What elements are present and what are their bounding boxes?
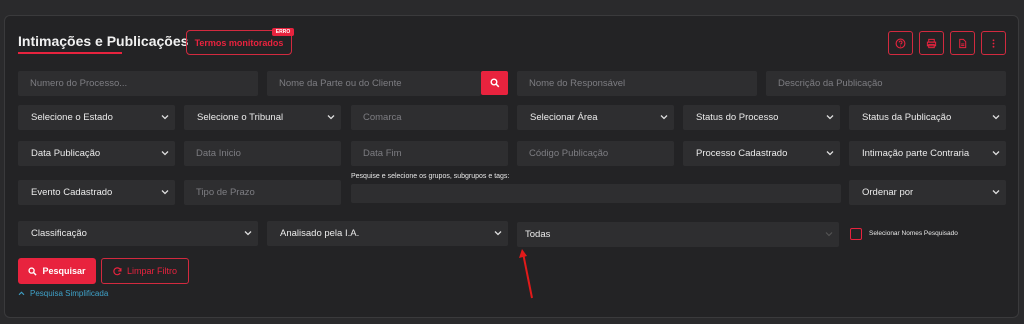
refresh-icon	[113, 266, 122, 275]
chevron-down-icon	[161, 190, 169, 195]
chevron-down-icon	[660, 115, 668, 120]
tags-label: Pesquise e selecione os grupos, subgrupo…	[351, 173, 510, 180]
chevron-down-icon	[826, 115, 834, 120]
nome-parte-input[interactable]: Nome da Parte ou do Cliente	[267, 71, 481, 96]
classificacao-select-value: Classificação	[31, 228, 87, 239]
print-button[interactable]	[919, 31, 944, 55]
descricao-publicacao-input[interactable]: Descrição da Publicação	[766, 71, 1006, 96]
data-publicacao-select[interactable]: Data Publicação	[18, 141, 175, 166]
erro-badge: ERRO	[272, 28, 294, 36]
chevron-down-icon	[992, 190, 1000, 195]
selecionar-nomes-checkbox[interactable]	[850, 228, 862, 240]
help-button[interactable]	[888, 31, 913, 55]
processo-cadastrado-value: Processo Cadastrado	[696, 148, 788, 159]
evento-select[interactable]: Evento Cadastrado	[18, 180, 175, 205]
tipo-prazo-input[interactable]: Tipo de Prazo	[184, 180, 341, 205]
data-inicio-input[interactable]: Data Inicio	[184, 141, 341, 166]
chevron-down-icon	[826, 151, 834, 156]
classificacao-select[interactable]: Classificação	[18, 221, 258, 246]
selecionar-nomes-label: Selecionar Nomes Pesquisado	[869, 230, 958, 237]
comarca-input[interactable]: Comarca	[351, 105, 508, 130]
tribunal-select-value: Selecione o Tribunal	[197, 112, 284, 123]
tags-search-input[interactable]	[351, 184, 841, 203]
nome-responsavel-input[interactable]: Nome do Responsável	[517, 71, 757, 96]
data-fim-input[interactable]: Data Fim	[351, 141, 508, 166]
limpar-filtro-button[interactable]: Limpar Filtro	[101, 258, 189, 284]
more-vertical-icon	[992, 38, 995, 48]
status-publicacao-value: Status da Publicação	[862, 112, 952, 123]
pesquisa-simplificada-label: Pesquisa Simplificada	[30, 289, 109, 298]
chevron-down-icon	[244, 231, 252, 236]
annotation-arrow	[519, 249, 533, 299]
tribunal-select[interactable]: Selecione o Tribunal	[184, 105, 341, 130]
intimacao-parte-select[interactable]: Intimação parte Contraria	[849, 141, 1006, 166]
more-options-button[interactable]	[981, 31, 1006, 55]
ordenar-select[interactable]: Ordenar por	[849, 180, 1006, 205]
chevron-down-icon	[161, 115, 169, 120]
limpar-label: Limpar Filtro	[126, 266, 177, 276]
chevron-down-icon	[161, 151, 169, 156]
todas-select[interactable]: Todas	[517, 222, 839, 247]
area-select[interactable]: Selecionar Área	[517, 105, 674, 130]
codigo-publicacao-input[interactable]: Código Publicação	[517, 141, 674, 166]
todas-select-value: Todas	[525, 229, 551, 240]
page-title: Intimações e Publicações	[18, 33, 189, 49]
chevron-down-icon	[494, 231, 502, 236]
status-processo-value: Status do Processo	[696, 112, 779, 123]
evento-select-value: Evento Cadastrado	[31, 187, 113, 198]
document-icon	[959, 38, 967, 48]
estado-select[interactable]: Selecione o Estado	[18, 105, 175, 130]
intimacao-parte-value: Intimação parte Contraria	[862, 148, 970, 159]
estado-select-value: Selecione o Estado	[31, 112, 113, 123]
chevron-up-icon	[18, 291, 25, 296]
status-publicacao-select[interactable]: Status da Publicação	[849, 105, 1006, 130]
chevron-down-icon	[992, 151, 1000, 156]
area-select-value: Selecionar Área	[530, 112, 598, 123]
analisado-ia-value: Analisado pela I.A.	[280, 228, 360, 239]
title-underline	[18, 52, 122, 54]
numero-processo-input[interactable]: Numero do Processo...	[18, 71, 258, 96]
search-icon	[490, 78, 499, 88]
analisado-ia-select[interactable]: Analisado pela I.A.	[267, 221, 508, 246]
chevron-down-icon	[327, 115, 335, 120]
pesquisa-simplificada-link[interactable]: Pesquisa Simplificada	[18, 289, 108, 298]
chevron-down-icon	[992, 115, 1000, 120]
search-icon	[28, 266, 38, 276]
help-icon	[895, 38, 906, 48]
pesquisar-label: Pesquisar	[42, 266, 86, 276]
search-button[interactable]	[481, 71, 508, 95]
status-processo-select[interactable]: Status do Processo	[683, 105, 840, 130]
processo-cadastrado-select[interactable]: Processo Cadastrado	[683, 141, 840, 166]
chevron-down-icon	[825, 232, 833, 237]
data-publicacao-value: Data Publicação	[31, 148, 101, 159]
ordenar-select-value: Ordenar por	[862, 187, 914, 198]
print-icon	[926, 38, 937, 48]
pesquisar-button[interactable]: Pesquisar	[18, 258, 96, 284]
document-button[interactable]	[950, 31, 975, 55]
